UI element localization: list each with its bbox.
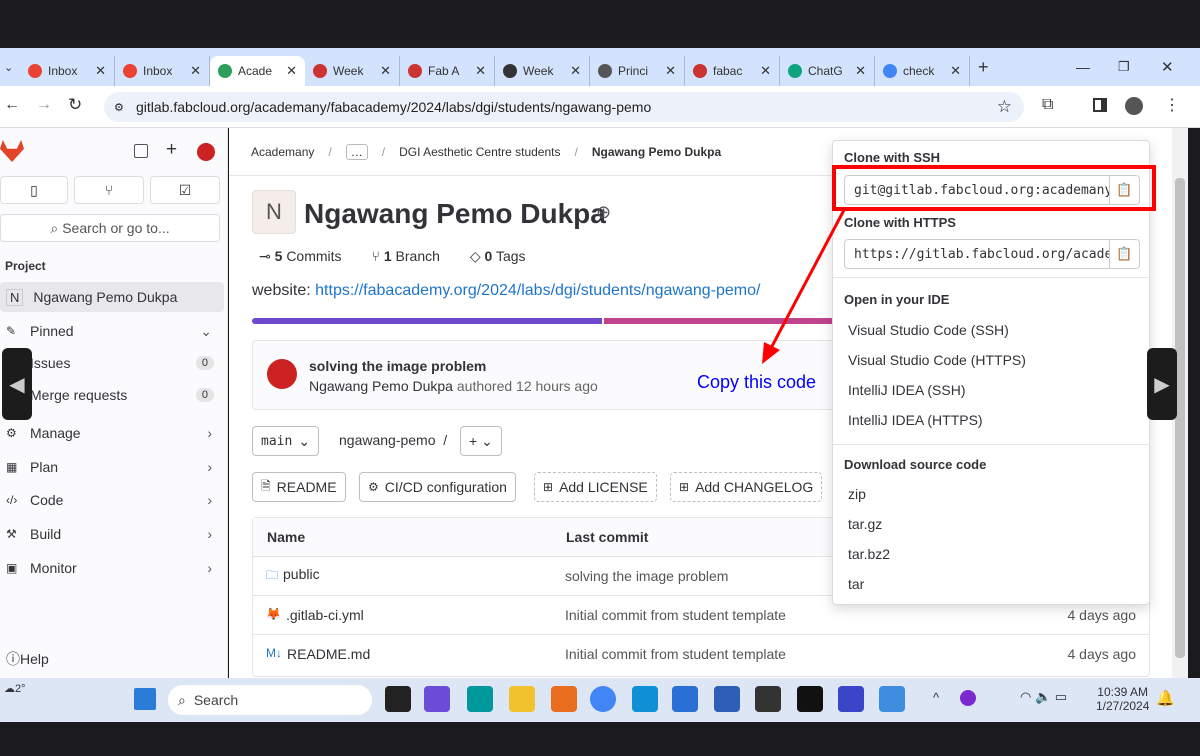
- next-slide-button[interactable]: ▶: [1147, 348, 1177, 420]
- clock[interactable]: 10:39 AM 1/27/2024: [1096, 685, 1149, 713]
- taskbar-app-icon[interactable]: [590, 686, 616, 712]
- taskbar-app-icon[interactable]: [714, 686, 740, 712]
- annotation-overlay: [762, 165, 1156, 364]
- search-icon: ⌕: [178, 691, 186, 708]
- start-icon[interactable]: [134, 688, 156, 710]
- wifi-volume-battery-icon[interactable]: ◠ 🔈 ▭: [1020, 689, 1067, 705]
- taskbar-app-icon[interactable]: [838, 686, 864, 712]
- taskbar-app-icon[interactable]: [424, 686, 450, 712]
- taskbar-app-icon[interactable]: [509, 686, 535, 712]
- show-hidden-icons[interactable]: ^: [933, 690, 939, 705]
- taskbar-app-icon[interactable]: [551, 686, 577, 712]
- taskbar: ☁2° ⌕ Search ^ ◠ 🔈 ▭ 10:39 AM 1/27/2024 🔔: [0, 678, 1200, 722]
- taskbar-app-icon[interactable]: [797, 686, 823, 712]
- taskbar-app-icon[interactable]: [672, 686, 698, 712]
- prev-slide-button[interactable]: ◀: [2, 348, 32, 420]
- taskbar-app-icon[interactable]: [755, 686, 781, 712]
- weather-widget[interactable]: ☁2°: [4, 682, 26, 695]
- taskbar-app-icon[interactable]: [385, 686, 411, 712]
- taskbar-app-icon[interactable]: [467, 686, 493, 712]
- tray-app-icon[interactable]: [960, 690, 976, 706]
- notification-bell-icon[interactable]: 🔔: [1156, 689, 1175, 707]
- annotation-arrow-line: [768, 209, 846, 351]
- taskbar-app-icon[interactable]: [879, 686, 905, 712]
- annotation-highlight-box: [832, 165, 1156, 211]
- annotation-text: Copy this code: [697, 372, 817, 392]
- taskbar-app-icon[interactable]: [632, 686, 658, 712]
- taskbar-search[interactable]: ⌕ Search: [168, 685, 372, 715]
